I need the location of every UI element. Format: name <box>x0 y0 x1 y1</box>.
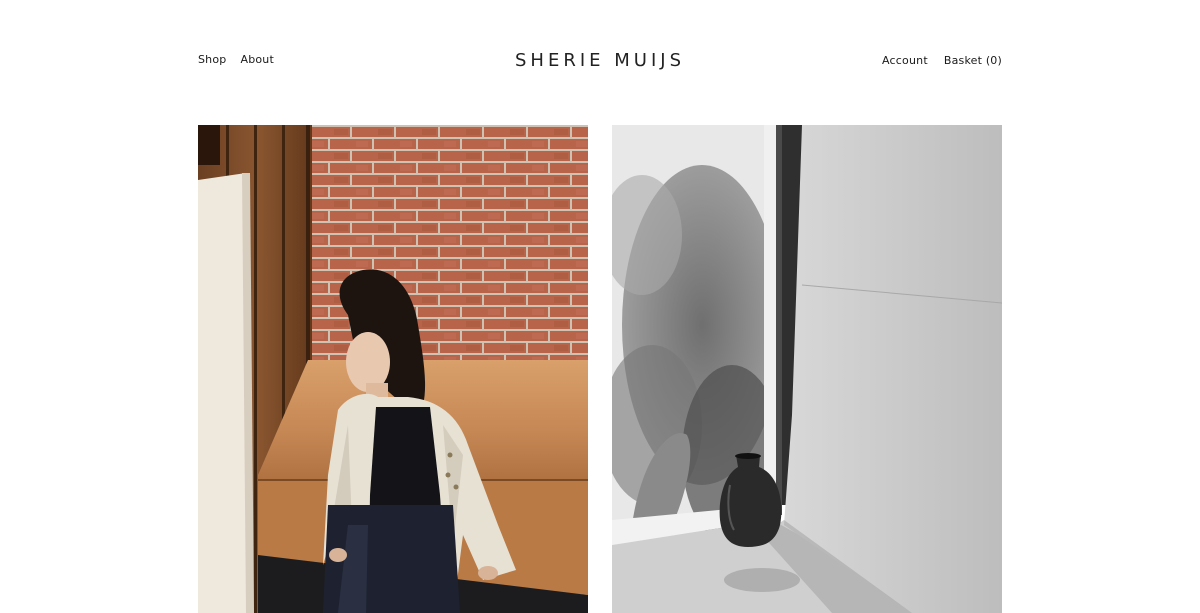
product-grid <box>198 125 1002 613</box>
page: Shop About SHERIE MUIJS Account Basket (… <box>0 0 1200 613</box>
gallery-image-vase[interactable] <box>612 125 1002 613</box>
brand-logo[interactable]: SHERIE MUIJS <box>0 50 1200 71</box>
basket-link[interactable]: Basket (0) <box>944 54 1002 67</box>
utility-nav: Account Basket (0) <box>882 54 1002 67</box>
site-header: Shop About SHERIE MUIJS Account Basket (… <box>0 0 1200 125</box>
account-link[interactable]: Account <box>882 54 928 67</box>
gallery-image-model[interactable] <box>198 125 588 613</box>
